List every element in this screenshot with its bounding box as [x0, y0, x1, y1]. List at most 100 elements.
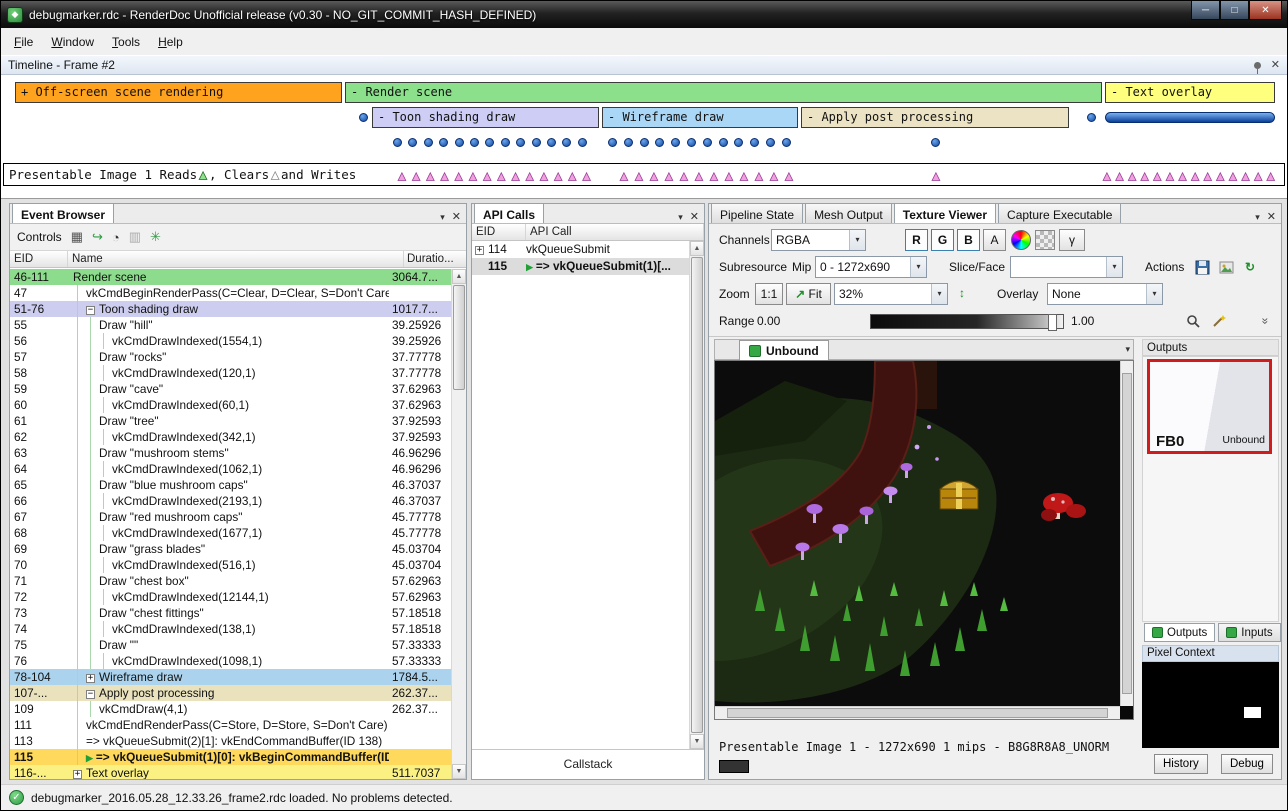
usage-write-triangle[interactable]: ▲ [695, 166, 703, 187]
event-row[interactable]: 67Draw "red mushroom caps"45.77778 [10, 509, 451, 525]
scrollbar-thumb[interactable] [453, 285, 465, 390]
usage-write-triangle[interactable]: ▲ [469, 166, 477, 187]
event-row[interactable]: 74vkCmdDrawIndexed(138,1)57.18518 [10, 621, 451, 637]
usage-write-triangle[interactable]: ▲ [583, 166, 591, 187]
scroll-up-icon[interactable]: ▲ [452, 269, 466, 284]
scrollbar-thumb[interactable] [727, 708, 1108, 718]
autofit-wand-icon[interactable] [1209, 311, 1229, 331]
event-row[interactable]: 55Draw "hill"39.25926 [10, 317, 451, 333]
tab-api-calls[interactable]: API Calls [474, 203, 544, 223]
clear-triangle-icon[interactable]: ▲ [271, 168, 279, 183]
event-row[interactable]: 46-111Render scene3064.7... [10, 269, 451, 285]
usage-write-triangle[interactable]: ▲ [1179, 166, 1187, 187]
maximize-button[interactable]: □ [1220, 1, 1249, 20]
scrollbar-thumb[interactable] [1122, 373, 1132, 694]
tab-pipeline-state[interactable]: Pipeline State [711, 203, 803, 223]
usage-write-triangle[interactable]: ▲ [770, 166, 778, 187]
event-row[interactable]: 111vkCmdEndRenderPass(C=Store, D=Store, … [10, 717, 451, 733]
timeline-draw-dot[interactable] [393, 138, 402, 147]
titlebar[interactable]: ◆ debugmarker.rdc - RenderDoc Unofficial… [1, 1, 1287, 28]
timeline-draw-dot[interactable] [719, 138, 728, 147]
timeline-draw-dot[interactable] [782, 138, 791, 147]
timeline-bar[interactable]: - Render scene [345, 82, 1102, 103]
expand-icon[interactable]: + [86, 674, 95, 683]
goto-eid-icon[interactable]: ↪ [92, 229, 103, 245]
usage-write-triangle[interactable]: ▲ [455, 166, 463, 187]
timeline-draw-dot[interactable] [1087, 113, 1096, 122]
timeline-draw-dot[interactable] [516, 138, 525, 147]
panel-close-icon[interactable]: ✕ [1267, 212, 1276, 223]
usage-write-triangle[interactable]: ▲ [1141, 166, 1149, 187]
usage-write-triangle[interactable]: ▲ [412, 166, 420, 187]
usage-write-triangle[interactable]: ▲ [620, 166, 628, 187]
api-call-row[interactable]: 115▶=> vkQueueSubmit(1)[... [472, 258, 689, 275]
event-row[interactable]: 57Draw "rocks"37.77778 [10, 349, 451, 365]
usage-write-triangle[interactable]: ▲ [1229, 166, 1237, 187]
zoom-1-1-button[interactable]: 1:1 [755, 283, 783, 305]
event-row[interactable]: 75Draw ""57.33333 [10, 637, 451, 653]
panel-close-icon[interactable]: ✕ [452, 212, 461, 223]
panel-menu-icon[interactable]: ▾ [678, 212, 683, 223]
timeline-draw-dot[interactable] [640, 138, 649, 147]
tab-capture-executable[interactable]: Capture Executable [998, 203, 1121, 223]
fb0-thumbnail[interactable]: FB0 Unbound [1147, 359, 1272, 454]
timeline-draw-dot[interactable] [408, 138, 417, 147]
expand-icon[interactable]: + [73, 770, 82, 779]
event-row[interactable]: 69Draw "grass blades"45.03704 [10, 541, 451, 557]
open-texture-list-icon[interactable] [1216, 257, 1236, 277]
overlay-select[interactable]: None [1047, 283, 1163, 305]
blue-channel-button[interactable]: B [957, 229, 980, 251]
channels-select[interactable]: RGBA [771, 229, 866, 251]
bookmark-icon[interactable]: ✳ [150, 229, 161, 245]
usage-write-triangle[interactable]: ▲ [725, 166, 733, 187]
usage-write-triangle[interactable]: ▲ [526, 166, 534, 187]
gamma-button[interactable]: γ [1059, 229, 1085, 251]
event-row[interactable]: 116-...+Text overlay511.7037 [10, 765, 451, 779]
usage-write-triangle[interactable]: ▲ [635, 166, 643, 187]
usage-write-triangle[interactable]: ▲ [1128, 166, 1136, 187]
event-row[interactable]: 70vkCmdDrawIndexed(516,1)45.03704 [10, 557, 451, 573]
usage-write-triangle[interactable]: ▲ [1166, 166, 1174, 187]
event-row[interactable]: 107-...−Apply post processing262.37... [10, 685, 451, 701]
range-min-value[interactable]: 0.00 [757, 310, 780, 332]
slice-face-select[interactable] [1010, 256, 1123, 278]
timeline-draw-dot[interactable] [578, 138, 587, 147]
usage-write-triangle[interactable]: ▲ [1191, 166, 1199, 187]
browse-events-icon[interactable]: ▦ [71, 229, 83, 245]
texture-display[interactable] [714, 360, 1134, 720]
usage-write-triangle[interactable]: ▲ [398, 166, 406, 187]
minimize-button[interactable]: ─ [1191, 1, 1220, 20]
event-row[interactable]: 61Draw "tree"37.92593 [10, 413, 451, 429]
event-row[interactable]: 60vkCmdDrawIndexed(60,1)37.62963 [10, 397, 451, 413]
tab-mesh-output[interactable]: Mesh Output [805, 203, 892, 223]
refresh-icon[interactable]: ↻ [1240, 257, 1260, 277]
timeline-close-icon[interactable]: ✕ [1271, 60, 1280, 71]
usage-write-triangle[interactable]: ▲ [540, 166, 548, 187]
usage-write-triangle[interactable]: ▲ [1254, 166, 1262, 187]
event-row[interactable]: 72vkCmdDrawIndexed(12144,1)57.62963 [10, 589, 451, 605]
api-call-row[interactable]: +114vkQueueSubmit [472, 241, 689, 258]
event-row[interactable]: 65Draw "blue mushroom caps"46.37037 [10, 477, 451, 493]
menu-help[interactable]: Help [149, 31, 192, 53]
pixel-context-view[interactable] [1142, 662, 1279, 748]
event-row[interactable]: 68vkCmdDrawIndexed(1677,1)45.77778 [10, 525, 451, 541]
event-row[interactable]: 78-104+Wireframe draw1784.5... [10, 669, 451, 685]
tab-texture-viewer[interactable]: Texture Viewer [894, 203, 996, 223]
usage-write-triangle[interactable]: ▲ [1153, 166, 1161, 187]
event-row[interactable]: 56vkCmdDrawIndexed(1554,1)39.25926 [10, 333, 451, 349]
usage-write-triangle[interactable]: ▲ [680, 166, 688, 187]
timeline-draw-dot[interactable] [359, 113, 368, 122]
save-texture-icon[interactable] [1192, 257, 1212, 277]
usage-write-triangle[interactable]: ▲ [426, 166, 434, 187]
timeline-draw-dot[interactable] [470, 138, 479, 147]
mip-select[interactable]: 0 - 1272x690 [815, 256, 927, 278]
scroll-up-icon[interactable]: ▲ [690, 241, 704, 256]
timeline-draw-dot[interactable] [562, 138, 571, 147]
expand-icon[interactable]: + [475, 246, 484, 255]
timeline-draw-dot[interactable] [750, 138, 759, 147]
timeline-draw-dot[interactable] [734, 138, 743, 147]
tab-outputs[interactable]: Outputs [1144, 623, 1215, 642]
column-name[interactable]: Name [68, 251, 404, 267]
timeline-draw-dot[interactable] [687, 138, 696, 147]
event-browser-scrollbar[interactable]: ▲ ▼ [451, 269, 466, 779]
